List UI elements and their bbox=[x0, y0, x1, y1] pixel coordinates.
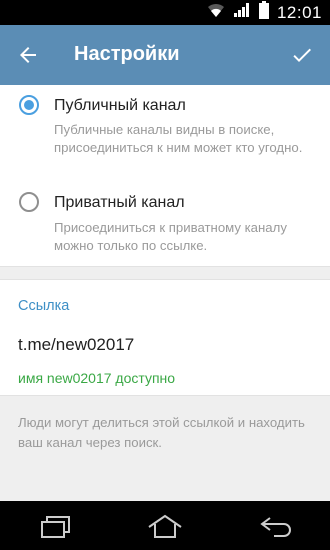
settings-content: Публичный канал Публичные каналы видны в… bbox=[0, 85, 330, 501]
link-section-header: Ссылка bbox=[18, 298, 70, 314]
back-nav-icon[interactable] bbox=[256, 510, 296, 542]
option-private-channel[interactable]: Приватный канал Присоединиться к приватн… bbox=[0, 181, 330, 261]
home-icon[interactable] bbox=[145, 510, 185, 542]
check-icon[interactable] bbox=[290, 43, 314, 67]
section-divider bbox=[0, 266, 330, 280]
arrow-back-icon[interactable] bbox=[16, 43, 40, 67]
radio-private[interactable] bbox=[19, 192, 39, 212]
link-input[interactable]: t.me/new02017 bbox=[18, 335, 134, 355]
navigation-bar bbox=[0, 501, 330, 550]
recent-apps-icon[interactable] bbox=[36, 510, 76, 542]
signal-icon bbox=[233, 2, 251, 23]
radio-public[interactable] bbox=[19, 95, 39, 115]
option-title: Приватный канал bbox=[54, 194, 185, 211]
info-block: Люди могут делиться этой ссылкой и наход… bbox=[0, 395, 330, 501]
option-public-channel[interactable]: Публичный канал Публичные каналы видны в… bbox=[0, 85, 330, 167]
battery-icon bbox=[258, 1, 269, 24]
wifi-icon bbox=[207, 2, 225, 23]
status-bar: 12:01 bbox=[0, 0, 330, 25]
app-bar: Настройки bbox=[0, 25, 330, 85]
status-time: 12:01 bbox=[276, 2, 322, 22]
option-description: Присоединиться к приватному каналу можно… bbox=[54, 220, 287, 253]
availability-status: имя new02017 доступно bbox=[18, 370, 176, 386]
info-text: Люди могут делиться этой ссылкой и наход… bbox=[18, 415, 305, 450]
option-description: Публичные каналы видны в поиске, присоед… bbox=[54, 122, 303, 155]
page-title: Настройки bbox=[74, 43, 180, 65]
option-title: Публичный канал bbox=[54, 97, 186, 114]
